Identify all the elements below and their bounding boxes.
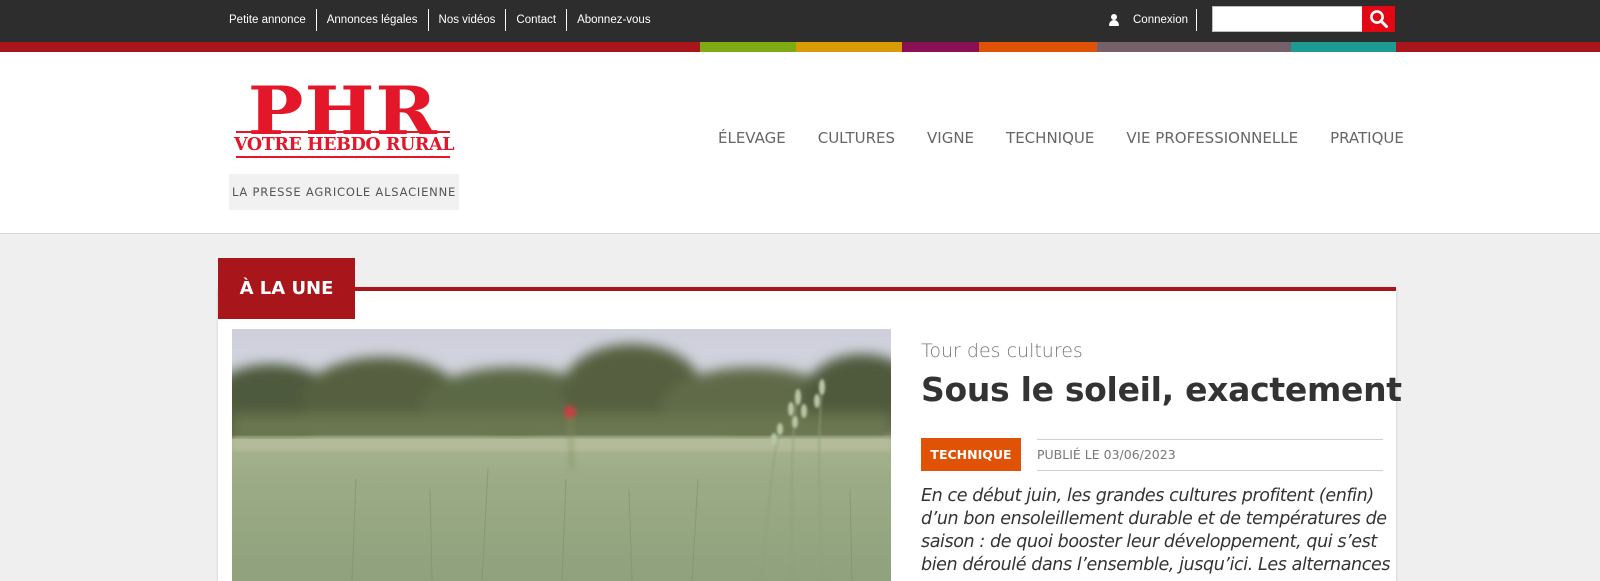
- search-button[interactable]: [1362, 6, 1395, 32]
- stripe-segment-yellow: [796, 42, 902, 52]
- color-stripe: [0, 42, 1600, 52]
- stripe-segment-green: [700, 42, 796, 52]
- publication-date: PUBLIÉ LE 03/06/2023: [1037, 439, 1383, 471]
- nav-item-cultures[interactable]: CULTURES: [802, 129, 911, 147]
- article-summary: En ce début juin, les grandes cultures p…: [921, 486, 1391, 575]
- login-label: Connexion: [1133, 14, 1188, 26]
- top-links: Petite annonce Annonces légales Nos vidé…: [220, 9, 661, 31]
- nav-item-vie-professionnelle[interactable]: VIE PROFESSIONNELLE: [1110, 129, 1314, 147]
- article-kicker: Tour des cultures: [921, 340, 1083, 362]
- nav-item-elevage[interactable]: ÉLEVAGE: [702, 129, 802, 147]
- main-nav: ÉLEVAGE CULTURES VIGNE TECHNIQUE VIE PRO…: [702, 122, 1420, 154]
- stripe-segment-orange: [979, 42, 1097, 52]
- top-link-annonces-legales[interactable]: Annonces légales: [315, 9, 428, 31]
- top-link-petite-annonce[interactable]: Petite annonce: [220, 9, 316, 31]
- logo-rule-bottom: [236, 156, 450, 158]
- top-link-nos-videos[interactable]: Nos vidéos: [427, 9, 506, 31]
- nav-item-vigne[interactable]: VIGNE: [911, 129, 990, 147]
- stripe-segment-mauve: [1097, 42, 1291, 52]
- stripe-segment-teal: [1291, 42, 1396, 52]
- search-icon: [1370, 10, 1388, 28]
- user-icon: [1108, 14, 1120, 26]
- top-link-abonnez-vous[interactable]: Abonnez-vous: [566, 9, 661, 31]
- section-title: À LA UNE: [218, 258, 355, 319]
- top-link-contact[interactable]: Contact: [505, 9, 566, 31]
- search-input[interactable]: [1212, 6, 1363, 32]
- tagline: LA PRESSE AGRICOLE ALSACIENNE: [229, 174, 459, 210]
- section-rule: [218, 287, 1396, 291]
- article-photo[interactable]: [232, 329, 891, 581]
- nav-item-pratique[interactable]: PRATIQUE: [1314, 129, 1420, 147]
- logo-subtitle: VOTRE HEBDO RURAL: [234, 135, 455, 155]
- wheat-field-photo: [232, 329, 891, 581]
- article-headline[interactable]: Sous le soleil, exactement: [921, 370, 1402, 409]
- top-bar: Petite annonce Annonces légales Nos vidé…: [0, 0, 1600, 42]
- category-badge[interactable]: TECHNIQUE: [921, 438, 1021, 471]
- stripe-segment-purple: [902, 42, 979, 52]
- site-header: PHR VOTRE HEBDO RURAL LA PRESSE AGRICOLE…: [0, 52, 1600, 234]
- logo-rule-top: [236, 131, 450, 133]
- login-link[interactable]: Connexion: [1108, 9, 1197, 31]
- phr-logo[interactable]: PHR VOTRE HEBDO RURAL: [234, 78, 455, 162]
- nav-item-technique[interactable]: TECHNIQUE: [990, 129, 1110, 147]
